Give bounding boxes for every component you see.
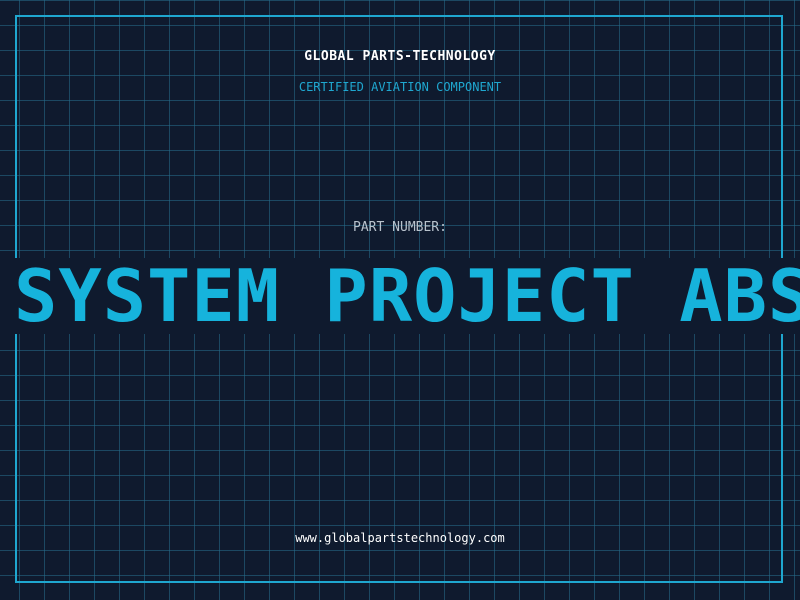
part-number-band: SYSTEM PROJECT ABS	[0, 258, 800, 334]
label-canvas: GLOBAL PARTS-TECHNOLOGY CERTIFIED AVIATI…	[0, 0, 800, 600]
certification-text: CERTIFIED AVIATION COMPONENT	[298, 80, 502, 94]
website-url: www.globalpartstechnology.com	[295, 531, 505, 545]
part-number-value: SYSTEM PROJECT ABS	[14, 258, 800, 334]
company-name: GLOBAL PARTS-TECHNOLOGY	[304, 49, 496, 64]
part-number-label: PART NUMBER:	[353, 220, 447, 235]
